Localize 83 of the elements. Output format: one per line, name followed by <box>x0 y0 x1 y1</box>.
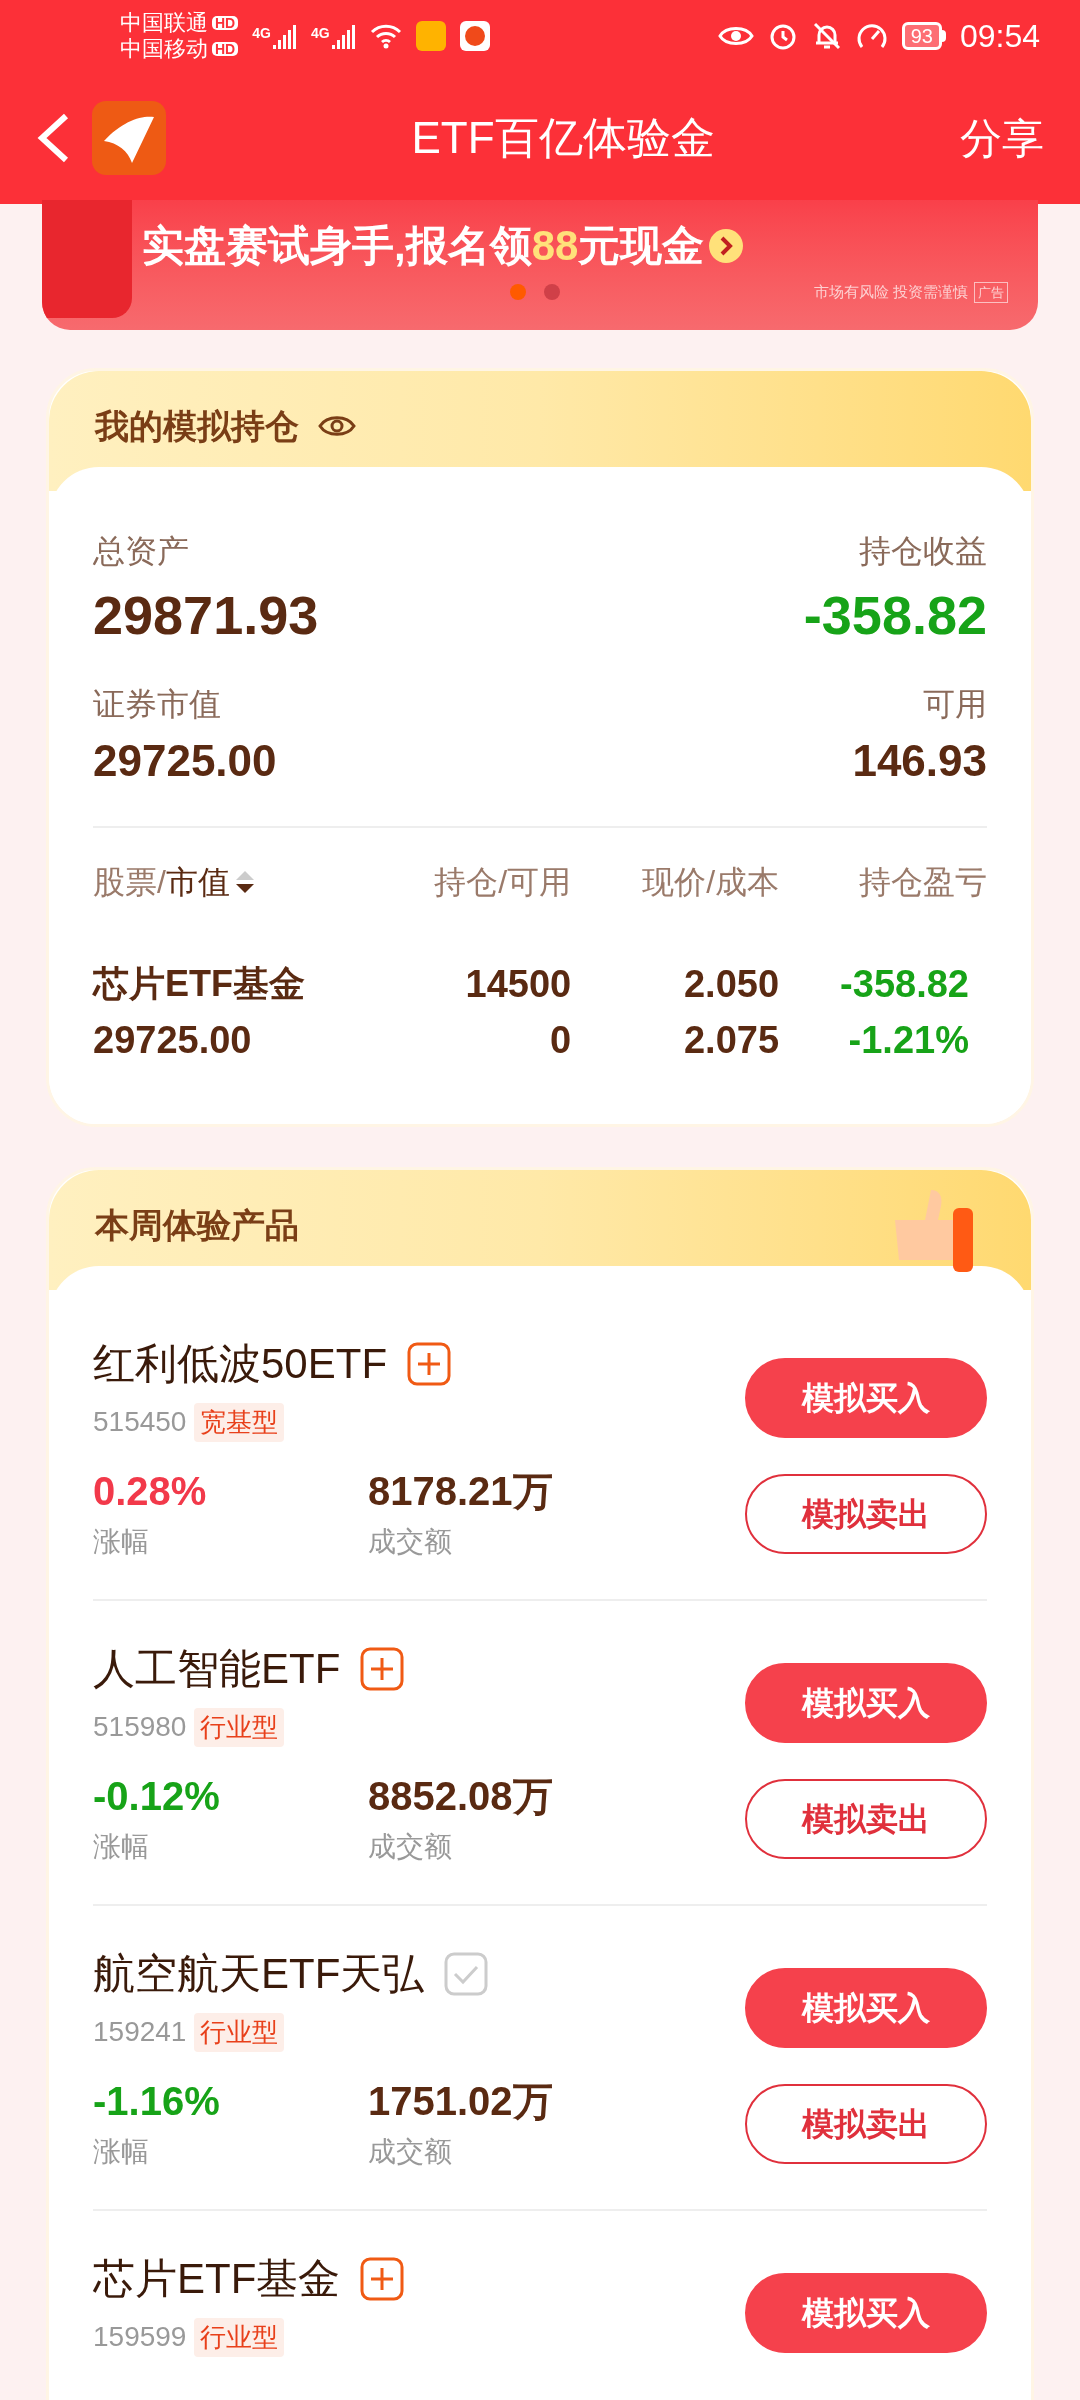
network-type: 4G <box>252 24 271 43</box>
carrier-name: 中国联通 <box>120 12 208 34</box>
signal-icon <box>331 23 356 49</box>
fund-name[interactable]: 芯片ETF基金 <box>93 2247 341 2310</box>
column-header: 持仓/可用 <box>434 863 572 902</box>
fund-type-tag: 行业型 <box>194 2012 285 2052</box>
turnover-value: 8178.21万 <box>368 1468 553 1515</box>
column-header: 股票/ <box>93 863 166 902</box>
change-label: 涨幅 <box>93 1830 150 1864</box>
fund-type-tag: 宽基型 <box>194 1402 285 1442</box>
promo-text: 实盘赛试身手,报名领88元现金 <box>142 221 705 271</box>
stat-label: 总资产 <box>93 532 189 571</box>
stat-label: 持仓收益 <box>859 532 987 571</box>
fund-type-tag: 行业型 <box>194 2317 285 2357</box>
app-notification-icon <box>459 21 490 51</box>
stat-value: 146.93 <box>852 735 987 787</box>
available-quantity: 0 <box>550 1018 572 1063</box>
profit-loss-percent: -1.21% <box>848 1018 969 1063</box>
ad-label: 广告 <box>974 281 1008 303</box>
envelope-icon <box>42 200 132 318</box>
current-price: 2.050 <box>684 962 780 1007</box>
app-notification-icon <box>415 21 446 51</box>
hd-badge: HD <box>212 16 239 30</box>
stat-value: 29871.93 <box>93 584 319 647</box>
turnover-label: 成交额 <box>368 1830 453 1864</box>
fund-name[interactable]: 人工智能ETF <box>93 1637 341 1700</box>
muted-bell-icon <box>811 21 842 51</box>
clock-time: 09:54 <box>959 17 1040 56</box>
fund-type-tag: 行业型 <box>194 1707 285 1747</box>
column-header: 现价/成本 <box>642 863 780 902</box>
section-title: 本周体验产品 <box>95 1204 299 1246</box>
add-icon[interactable] <box>360 2256 405 2301</box>
risk-disclaimer: 市场有风险 投资需谨慎 <box>813 282 968 302</box>
stat-value: -358.82 <box>803 584 987 647</box>
app-logo-icon <box>92 101 166 175</box>
change-label: 涨幅 <box>93 2135 150 2169</box>
add-icon[interactable] <box>407 1341 452 1386</box>
share-button[interactable]: 分享 <box>960 106 1044 170</box>
buy-button[interactable]: 模拟买入 <box>745 2273 987 2353</box>
fund-name: 芯片ETF基金 <box>93 962 306 1006</box>
chevron-right-icon <box>708 227 745 264</box>
buy-button[interactable]: 模拟买入 <box>745 1358 987 1438</box>
turnover-label: 成交额 <box>368 2135 453 2169</box>
fund-code: 515980 <box>93 1710 187 1744</box>
section-title: 我的模拟持仓 <box>95 405 299 447</box>
buy-button[interactable]: 模拟买入 <box>745 1663 987 1743</box>
market-value: 29725.00 <box>93 1018 253 1063</box>
promo-banner[interactable]: 实盘赛试身手,报名领88元现金 市场有风险 投资需谨慎 广告 <box>42 200 1038 330</box>
stat-value: 29725.00 <box>93 735 277 787</box>
battery-level: 93 <box>901 22 942 50</box>
price-change: -0.12% <box>93 1773 221 1820</box>
turnover-value: 1751.02万 <box>368 2078 553 2125</box>
fund-name[interactable]: 红利低波50ETF <box>93 1332 388 1395</box>
turnover-label: 成交额 <box>368 1525 453 1559</box>
fund-code: 515450 <box>93 1405 187 1439</box>
position-quantity: 14500 <box>465 962 572 1007</box>
eye-icon <box>717 24 754 48</box>
buy-button[interactable]: 模拟买入 <box>745 1968 987 2048</box>
stat-label: 可用 <box>923 685 987 724</box>
add-icon[interactable] <box>360 1646 405 1691</box>
change-label: 涨幅 <box>93 1525 150 1559</box>
price-change: -1.16% <box>93 2078 221 2125</box>
profit-loss: -358.82 <box>840 962 969 1007</box>
fund-code: 159241 <box>93 2015 187 2049</box>
eye-icon[interactable] <box>317 413 357 439</box>
network-type: 4G <box>310 24 330 43</box>
sell-button[interactable]: 模拟卖出 <box>745 1779 987 1859</box>
hd-badge: HD <box>212 42 239 56</box>
price-change: 0.28% <box>93 1468 208 1515</box>
turnover-value: 8852.08万 <box>368 1773 553 1820</box>
signal-icon <box>272 23 297 49</box>
sell-button[interactable]: 模拟卖出 <box>745 1474 987 1554</box>
column-header[interactable]: 市值 <box>165 858 230 906</box>
fund-name[interactable]: 航空航天ETF天弘 <box>93 1942 425 2005</box>
wifi-icon <box>369 23 402 49</box>
checkmark-icon[interactable] <box>444 1951 489 1996</box>
sell-button[interactable]: 模拟卖出 <box>745 2084 987 2164</box>
page-title: ETF百亿体验金 <box>410 112 716 164</box>
column-header: 持仓盈亏 <box>859 863 987 902</box>
cost-price: 2.075 <box>684 1018 780 1063</box>
carrier-name: 中国移动 <box>120 38 208 60</box>
fund-code: 159599 <box>93 2320 187 2354</box>
stat-label: 证券市值 <box>93 685 221 724</box>
